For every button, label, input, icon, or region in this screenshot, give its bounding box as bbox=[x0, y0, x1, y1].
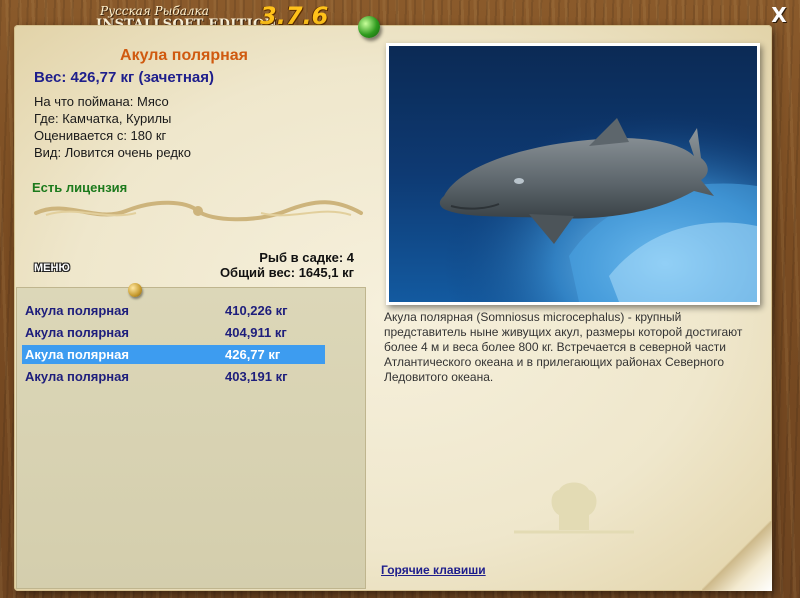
fish-photo bbox=[386, 43, 760, 305]
page-curl bbox=[702, 521, 772, 591]
list-item[interactable]: Акула полярная 403,191 кг bbox=[22, 367, 325, 386]
fish-title: Акула полярная bbox=[120, 47, 248, 64]
yellow-pin-icon bbox=[128, 283, 142, 297]
list-item-name: Акула полярная bbox=[25, 303, 129, 318]
list-item-weight: 410,226 кг bbox=[225, 303, 288, 318]
fish-description: Акула полярная (Somniosus microcephalus)… bbox=[384, 310, 743, 384]
list-item[interactable]: Акула полярная 410,226 кг bbox=[22, 301, 325, 320]
valued-from-text: Оценивается с: 180 кг bbox=[34, 128, 167, 143]
list-item-selected[interactable]: Акула полярная 426,77 кг bbox=[22, 345, 325, 364]
close-button[interactable]: X bbox=[768, 4, 790, 26]
paper-panel: Акула полярная Вес: 426,77 кг (зачетная)… bbox=[14, 25, 772, 591]
list-item-name: Акула полярная bbox=[25, 369, 129, 384]
logo-title: Русская Рыбалка bbox=[100, 4, 209, 18]
license-status: Есть лицензия bbox=[32, 180, 128, 195]
fish-info: На что поймана: Мясо Где: Камчатка, Кури… bbox=[34, 93, 191, 161]
list-item[interactable]: Акула полярная 404,911 кг bbox=[22, 323, 325, 342]
hotkeys-link[interactable]: Горячие клавиши bbox=[381, 563, 486, 577]
list-item-weight: 403,191 кг bbox=[225, 369, 288, 384]
menu-button[interactable]: МЕНЮ bbox=[34, 262, 70, 274]
total-weight: Общий вес: 1645,1 кг bbox=[219, 265, 354, 280]
list-item-weight: 404,911 кг bbox=[225, 325, 287, 340]
fish-weight: Вес: 426,77 кг (зачетная) bbox=[34, 69, 215, 86]
location-text: Где: Камчатка, Курилы bbox=[34, 111, 172, 126]
fish-count: Рыб в садке: 4 bbox=[259, 250, 354, 265]
catch-list: Акула полярная 410,226 кг Акула полярная… bbox=[16, 287, 366, 589]
catch-stats: Рыб в садке: 4 Общий вес: 1645,1 кг bbox=[194, 250, 354, 280]
green-pin-icon bbox=[358, 16, 380, 38]
shark-illustration bbox=[389, 46, 757, 302]
fish-stamp-icon bbox=[514, 482, 634, 534]
list-item-weight: 426,77 кг bbox=[225, 347, 281, 362]
caught-with-text: На что поймана: Мясо bbox=[34, 94, 169, 109]
list-item-name: Акула полярная bbox=[25, 325, 129, 340]
rarity-text: Вид: Ловится очень редко bbox=[34, 145, 191, 160]
ornament-divider bbox=[34, 200, 363, 222]
list-item-name: Акула полярная bbox=[25, 347, 129, 362]
